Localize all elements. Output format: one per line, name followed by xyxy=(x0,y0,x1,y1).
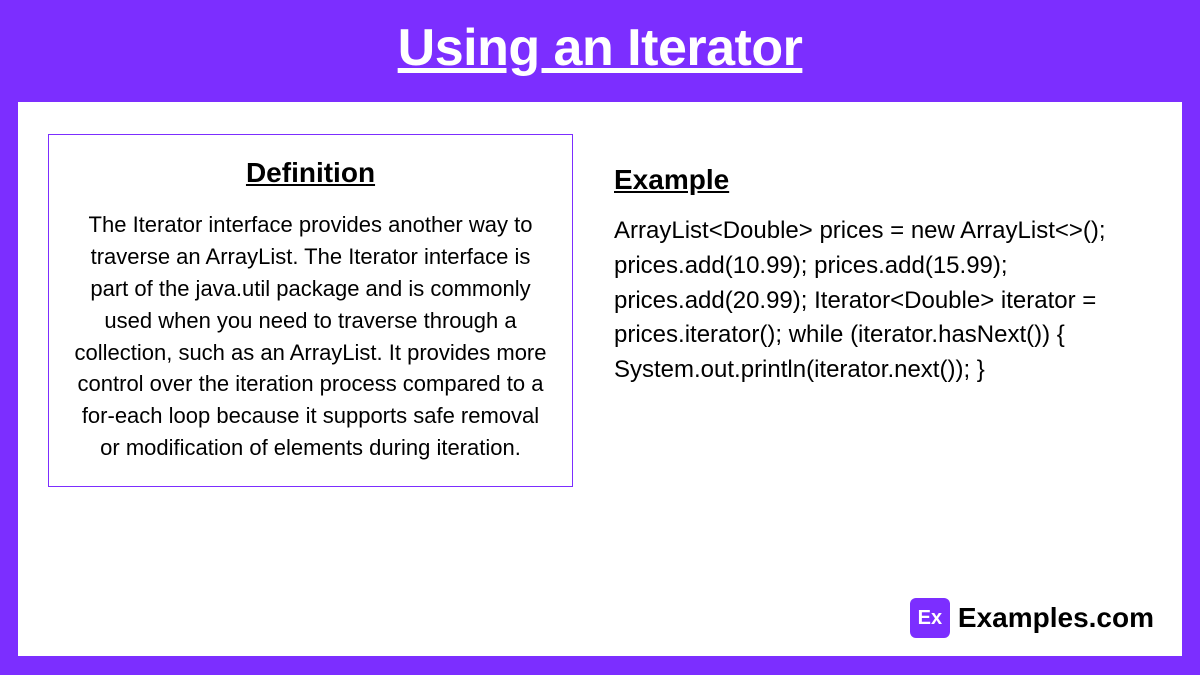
content-area: Definition The Iterator interface provid… xyxy=(16,100,1184,658)
logo-text: Examples.com xyxy=(958,602,1154,634)
example-code: ArrayList<Double> prices = new ArrayList… xyxy=(608,214,1152,388)
page-title: Using an Iterator xyxy=(0,18,1200,78)
definition-text: The Iterator interface provides another … xyxy=(73,209,548,464)
definition-panel: Definition The Iterator interface provid… xyxy=(48,134,573,487)
definition-heading: Definition xyxy=(73,157,548,189)
footer-attribution: Ex Examples.com xyxy=(910,598,1154,638)
example-panel: Example ArrayList<Double> prices = new A… xyxy=(608,134,1152,636)
header-banner: Using an Iterator xyxy=(0,0,1200,100)
example-heading: Example xyxy=(608,164,1152,196)
logo-icon: Ex xyxy=(910,598,950,638)
